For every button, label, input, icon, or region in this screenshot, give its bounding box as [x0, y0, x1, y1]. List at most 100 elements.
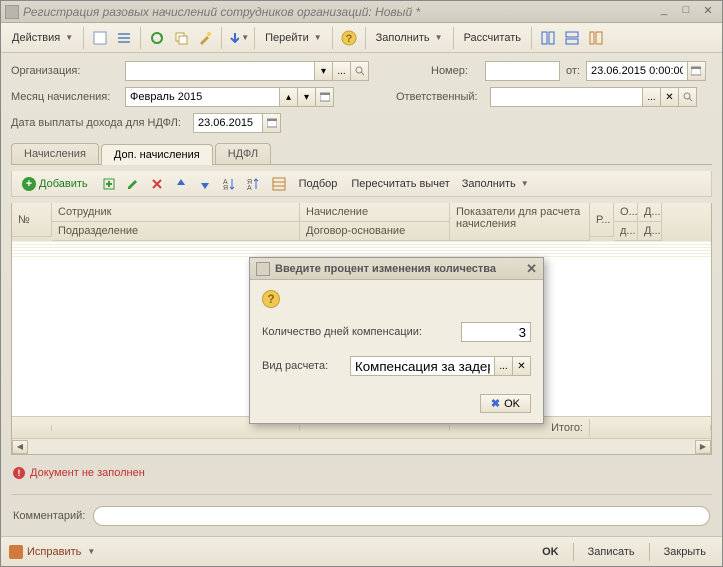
- dialog-ok-button[interactable]: ✖ OK: [480, 394, 531, 413]
- responsible-select-button[interactable]: ...: [643, 87, 661, 107]
- down-arrow-icon[interactable]: ▼: [227, 27, 249, 49]
- calc-type-label: Вид расчета:: [262, 360, 342, 372]
- month-input[interactable]: [125, 87, 280, 107]
- dialog-icon: [256, 262, 270, 276]
- from-label: от:: [566, 65, 580, 77]
- col-o[interactable]: О...: [614, 203, 638, 222]
- sort-asc-icon[interactable]: AЯ: [218, 173, 240, 195]
- fix-icon: [9, 545, 23, 559]
- add-button[interactable]: +Добавить: [16, 175, 94, 193]
- fix-button[interactable]: Исправить▼: [9, 545, 95, 559]
- fill-grid-menu[interactable]: Заполнить▼: [457, 176, 534, 192]
- col-n[interactable]: №: [12, 203, 52, 237]
- maximize-button[interactable]: □: [676, 4, 696, 20]
- recalc-button[interactable]: Пересчитать вычет: [346, 176, 454, 192]
- minimize-button[interactable]: _: [654, 4, 674, 20]
- org-dropdown-button[interactable]: ▾: [315, 61, 333, 81]
- write-button[interactable]: Записать: [580, 543, 643, 561]
- responsible-open-button[interactable]: [679, 87, 697, 107]
- titlebar: Регистрация разовых начислений сотрудник…: [1, 1, 722, 23]
- org-open-button[interactable]: [351, 61, 369, 81]
- tab-extra-accruals[interactable]: Доп. начисления: [101, 144, 213, 165]
- org-select-button[interactable]: ...: [333, 61, 351, 81]
- main-window: Регистрация разовых начислений сотрудник…: [0, 0, 723, 567]
- settings-1-icon[interactable]: [537, 27, 559, 49]
- plus-icon: +: [22, 177, 36, 191]
- dialog-titlebar: Введите процент изменения количества ✕: [250, 258, 543, 280]
- ndfl-calendar-button[interactable]: [263, 113, 281, 133]
- col-subdiv[interactable]: Подразделение: [52, 222, 300, 241]
- responsible-label: Ответственный:: [396, 91, 484, 103]
- help-icon[interactable]: ?: [338, 27, 360, 49]
- col-employee[interactable]: Сотрудник: [52, 203, 300, 222]
- scroll-right-icon[interactable]: ▶: [695, 440, 711, 454]
- ok-button[interactable]: OK: [534, 543, 567, 561]
- wizard-icon[interactable]: [194, 27, 216, 49]
- actions-menu[interactable]: Действия▼: [7, 30, 78, 46]
- org-input[interactable]: [125, 61, 315, 81]
- calc-type-clear-button[interactable]: ✕: [513, 356, 531, 376]
- ndfl-date-input[interactable]: [193, 113, 263, 133]
- window-title: Регистрация разовых начислений сотрудник…: [23, 5, 652, 19]
- svg-text:?: ?: [345, 33, 352, 45]
- move-up-icon[interactable]: [170, 173, 192, 195]
- new-icon[interactable]: [89, 27, 111, 49]
- ok-x-icon: ✖: [491, 397, 500, 410]
- calc-button[interactable]: Рассчитать: [459, 30, 526, 46]
- h-scrollbar[interactable]: ◀ ▶: [12, 438, 711, 454]
- filter-icon[interactable]: [268, 173, 290, 195]
- col-indicators[interactable]: Показатели для расчета начисления: [450, 203, 590, 241]
- number-label: Номер:: [431, 65, 479, 77]
- app-icon: [5, 5, 19, 19]
- settings-2-icon[interactable]: [561, 27, 583, 49]
- fill-menu[interactable]: Заполнить▼: [371, 30, 448, 46]
- col-contract[interactable]: Договор-основание: [300, 222, 450, 241]
- calc-type-input[interactable]: [350, 356, 495, 376]
- date-calendar-button[interactable]: [688, 61, 706, 81]
- calc-type-select-button[interactable]: ...: [495, 356, 513, 376]
- delete-icon[interactable]: [146, 173, 168, 195]
- month-calendar-button[interactable]: [316, 87, 334, 107]
- list-icon[interactable]: [113, 27, 135, 49]
- svg-text:Я: Я: [223, 185, 228, 192]
- responsible-input[interactable]: [490, 87, 643, 107]
- status-bar: ! Документ не заполнен: [11, 461, 712, 485]
- close-footer-button[interactable]: Закрыть: [656, 543, 714, 561]
- selection-button[interactable]: Подбор: [294, 176, 343, 192]
- settings-3-icon[interactable]: [585, 27, 607, 49]
- scroll-left-icon[interactable]: ◀: [12, 440, 28, 454]
- close-button[interactable]: ✕: [698, 4, 718, 20]
- refresh-icon[interactable]: [146, 27, 168, 49]
- days-label: Количество дней компенсации:: [262, 326, 453, 338]
- number-input[interactable]: [485, 61, 560, 81]
- tab-accruals[interactable]: Начисления: [11, 143, 99, 164]
- col-d1[interactable]: Д...: [638, 203, 662, 222]
- responsible-clear-button[interactable]: ✕: [661, 87, 679, 107]
- svg-text:A: A: [247, 185, 252, 192]
- question-icon[interactable]: ?: [262, 290, 280, 308]
- dialog-close-button[interactable]: ✕: [526, 261, 537, 277]
- move-down-icon[interactable]: [194, 173, 216, 195]
- days-input[interactable]: [461, 322, 531, 342]
- comment-input[interactable]: [93, 506, 710, 526]
- main-toolbar: Действия▼ ▼ Перейти▼ ? Заполнить▼ Рассчи…: [1, 23, 722, 53]
- edit-icon[interactable]: [122, 173, 144, 195]
- month-down-button[interactable]: ▾: [298, 87, 316, 107]
- sort-desc-icon[interactable]: ЯA: [242, 173, 264, 195]
- insert-icon[interactable]: [98, 173, 120, 195]
- error-icon: !: [13, 467, 25, 479]
- tabs: Начисления Доп. начисления НДФЛ: [11, 143, 712, 165]
- col-d2[interactable]: Д...: [638, 222, 662, 241]
- ndfl-date-label: Дата выплаты дохода для НДФЛ:: [11, 117, 187, 129]
- tab-ndfl[interactable]: НДФЛ: [215, 143, 271, 164]
- month-up-button[interactable]: ▴: [280, 87, 298, 107]
- col-dn[interactable]: д...: [614, 222, 638, 241]
- date-input[interactable]: [586, 61, 688, 81]
- col-accrual[interactable]: Начисление: [300, 203, 450, 222]
- col-r[interactable]: Р...: [590, 203, 614, 237]
- goto-menu[interactable]: Перейти▼: [260, 30, 327, 46]
- grid-toolbar: +Добавить AЯ ЯA Подбор Пересчитать вычет…: [11, 171, 712, 197]
- copy-icon[interactable]: [170, 27, 192, 49]
- comment-label: Комментарий:: [13, 510, 85, 522]
- month-label: Месяц начисления:: [11, 91, 119, 103]
